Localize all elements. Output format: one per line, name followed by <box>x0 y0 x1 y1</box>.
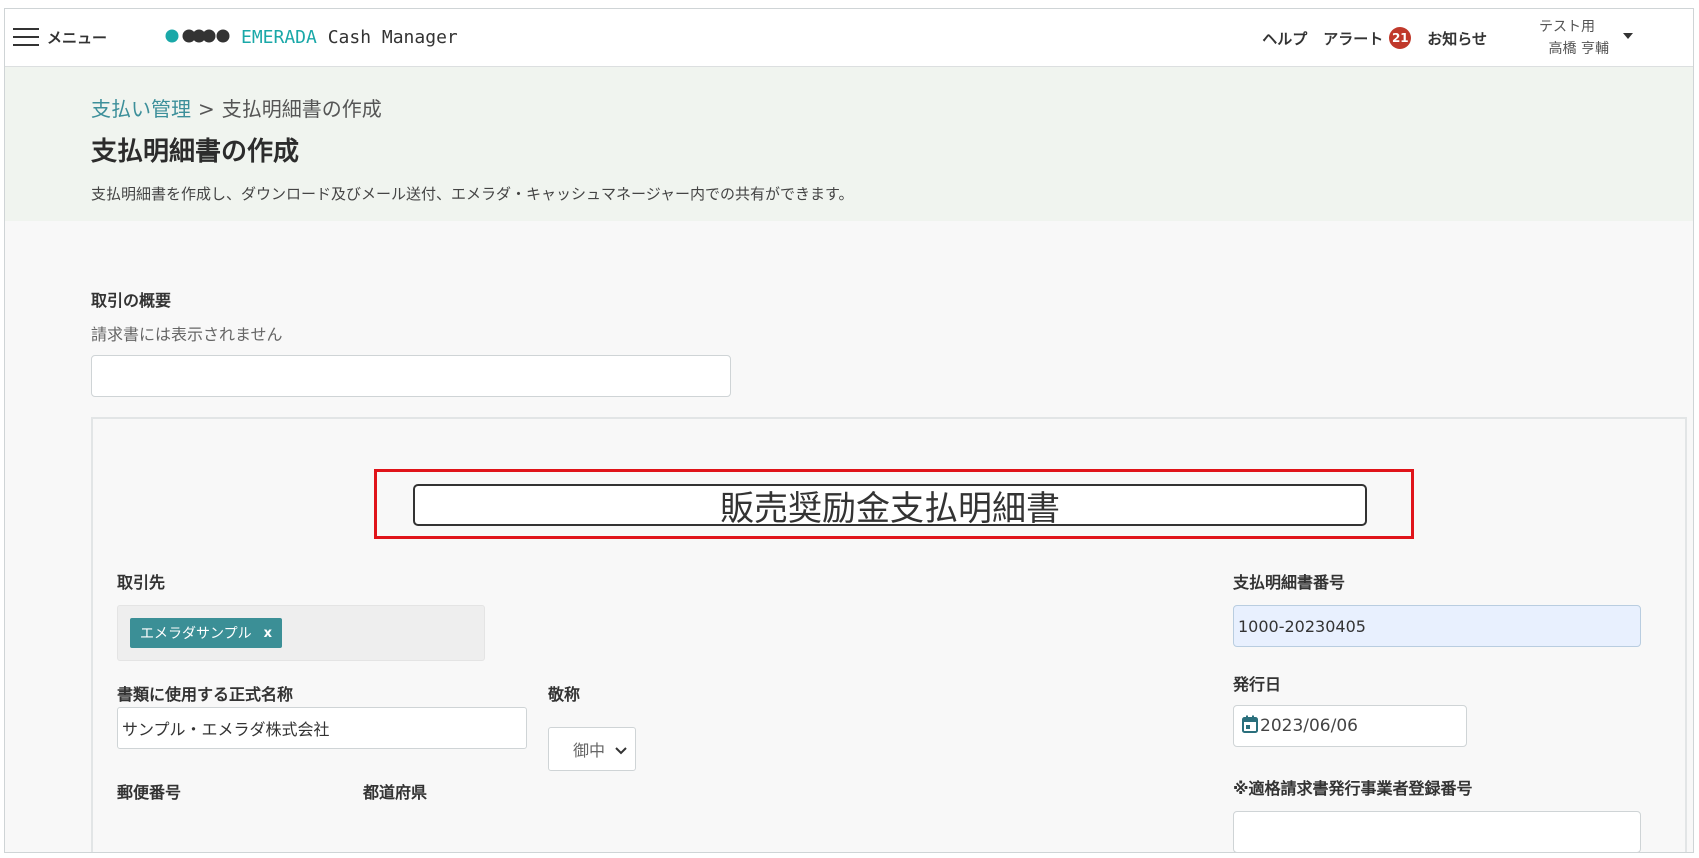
logo-brand: EMERADA <box>241 26 317 48</box>
user-group: テスト用 <box>1539 19 1595 35</box>
official-name-input[interactable] <box>117 707 527 749</box>
honorific-label: 敬称 <box>548 685 581 704</box>
notices-link[interactable]: お知らせ <box>1427 28 1487 49</box>
alert-link[interactable]: アラート 21 <box>1323 27 1412 49</box>
page-description: 支払明細書を作成し、ダウンロード及びメール送付、エメラダ・キャッシュマネージャー… <box>91 185 854 203</box>
partner-tag: エメラダサンプル x <box>130 618 282 648</box>
caret-down-icon <box>1623 33 1633 39</box>
registration-number-input[interactable] <box>1233 811 1641 852</box>
prefecture-label: 都道府県 <box>363 783 428 802</box>
document-panel: 取引先 エメラダサンプル x 書類に使用する正式名称 敬称 御中 郵便番号 都道… <box>91 417 1687 852</box>
alert-count-badge: 21 <box>1389 27 1412 49</box>
user-info: テスト用 高橋 亨輔 <box>1539 16 1609 60</box>
partner-tag-label: エメラダサンプル <box>140 626 252 642</box>
partner-label: 取引先 <box>117 573 166 592</box>
page-heading: 支払い管理 > 支払明細書の作成 支払明細書の作成 支払明細書を作成し、ダウンロード… <box>5 67 1693 221</box>
app-window: メニュー EMERADA Cash Manager ヘルプ アラート 21 お知… <box>4 8 1694 853</box>
page-title: 支払明細書の作成 <box>91 137 300 167</box>
partner-select[interactable]: エメラダサンプル x <box>117 605 485 661</box>
logo-text: EMERADA Cash Manager <box>241 27 458 48</box>
user-name: 高橋 亨輔 <box>1548 41 1609 57</box>
alert-label: アラート <box>1323 29 1384 48</box>
user-menu[interactable]: テスト用 高橋 亨輔 <box>1539 16 1633 60</box>
honorific-select[interactable]: 御中 <box>548 727 636 771</box>
issue-date-input[interactable]: 2023/06/06 <box>1233 705 1467 747</box>
breadcrumb-separator: > <box>198 97 215 121</box>
breadcrumb-parent[interactable]: 支払い管理 <box>91 97 191 121</box>
top-header: メニュー EMERADA Cash Manager ヘルプ アラート 21 お知… <box>5 9 1693 67</box>
document-title-input[interactable] <box>413 484 1367 526</box>
highlight-annotation <box>374 469 1414 539</box>
statement-number-input[interactable] <box>1233 605 1641 647</box>
summary-label: 取引の概要 <box>91 291 172 310</box>
issue-date-label: 発行日 <box>1233 675 1282 694</box>
postal-code-label: 郵便番号 <box>117 783 182 802</box>
registration-number-label: ※適格請求書発行事業者登録番号 <box>1233 779 1473 798</box>
logo-dots-icon <box>165 28 233 47</box>
breadcrumb: 支払い管理 > 支払明細書の作成 <box>91 93 382 122</box>
calendar-icon[interactable] <box>1242 715 1258 738</box>
official-name-label: 書類に使用する正式名称 <box>117 685 294 704</box>
menu-button[interactable]: メニュー <box>13 25 107 49</box>
menu-label: メニュー <box>47 28 108 47</box>
summary-hint: 請求書には表示されません <box>91 325 283 344</box>
app-logo[interactable]: EMERADA Cash Manager <box>165 25 458 49</box>
hamburger-icon <box>13 27 39 47</box>
statement-number-label: 支払明細書番号 <box>1233 573 1346 592</box>
breadcrumb-current: 支払明細書の作成 <box>221 97 382 121</box>
remove-tag-icon[interactable]: x <box>264 626 272 641</box>
help-link[interactable]: ヘルプ <box>1262 28 1307 49</box>
honorific-value: 御中 <box>572 741 605 760</box>
chevron-down-icon <box>615 740 627 759</box>
issue-date-value: 2023/06/06 <box>1260 716 1358 736</box>
header-actions: ヘルプ アラート 21 お知らせ テスト用 高橋 亨輔 <box>1262 9 1633 67</box>
summary-input[interactable] <box>91 355 731 397</box>
logo-product: Cash Manager <box>316 26 458 48</box>
